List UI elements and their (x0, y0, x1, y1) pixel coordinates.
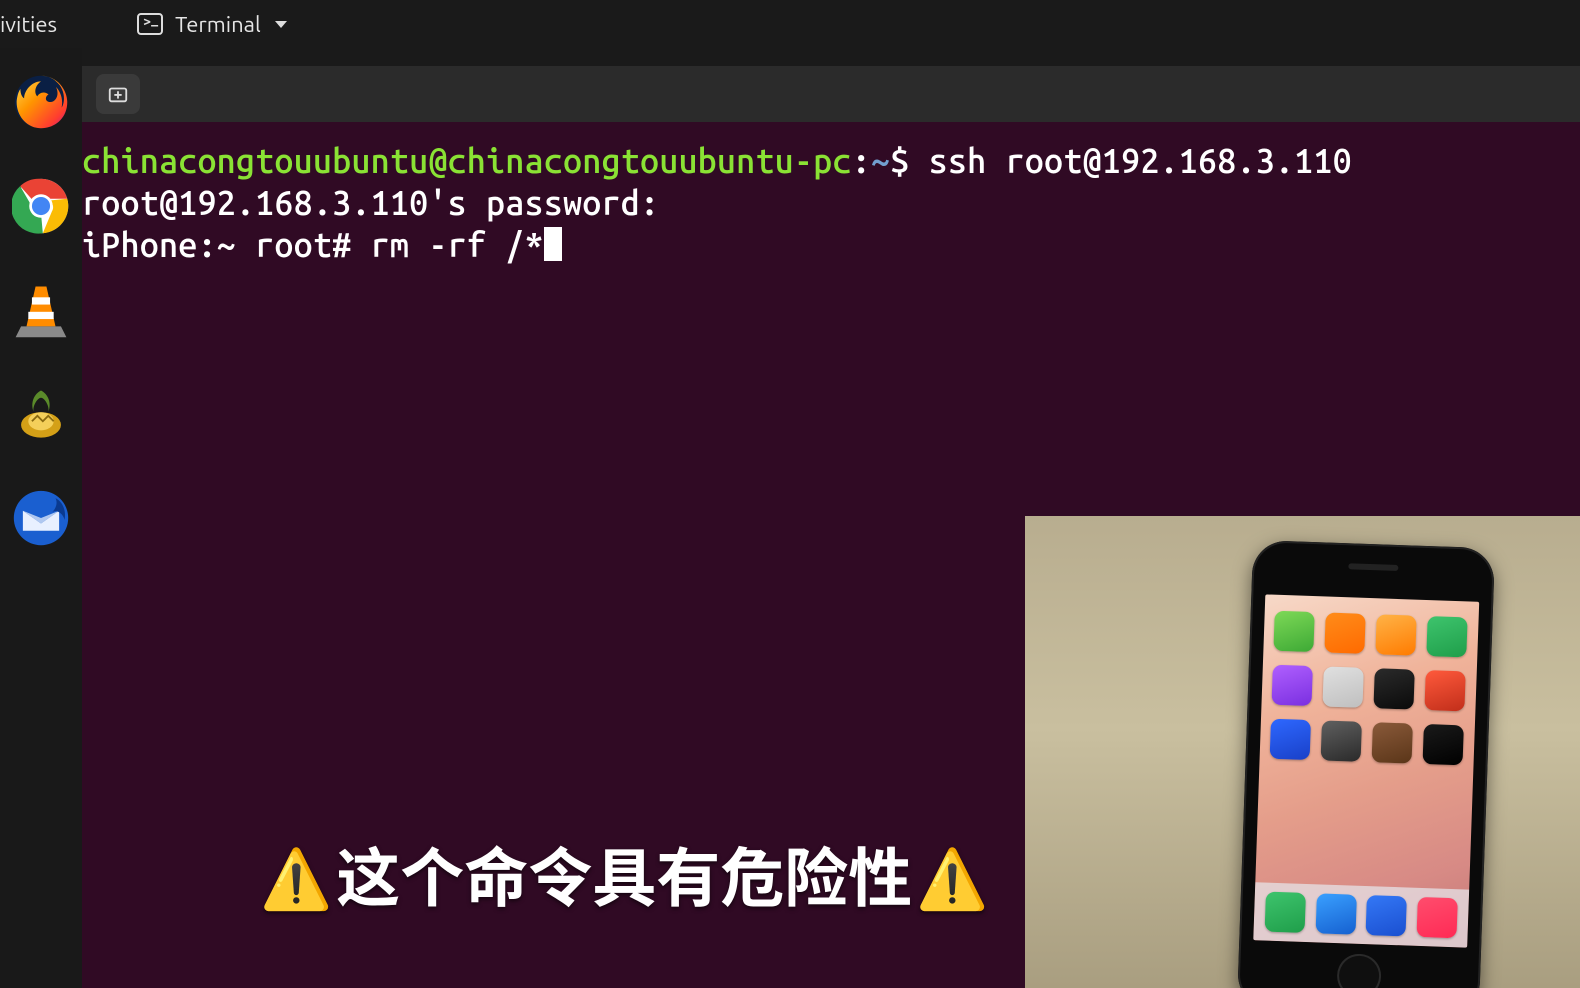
phone-speaker (1348, 563, 1398, 571)
firefox-icon (11, 72, 71, 132)
terminal-body[interactable]: chinacongtouubuntu@chinacongtouubuntu-pc… (82, 122, 1580, 266)
dock-item-vlc[interactable] (9, 278, 73, 342)
vlc-icon (12, 281, 70, 339)
phone-dock (1253, 882, 1469, 947)
warning-text: 这个命令具有危险性 (336, 828, 912, 920)
terminal-prompt-2: iPhone:~ root# (82, 226, 371, 264)
gnome-topbar: ivities Terminal (0, 0, 1580, 48)
phone-app-icon (1426, 616, 1467, 657)
phone-app-icon (1273, 611, 1314, 652)
warning-icon: ⚠️ (260, 832, 332, 916)
phone-app-icon (1423, 724, 1464, 765)
prompt-path: ~ (871, 142, 890, 180)
phone-app-icon (1372, 722, 1413, 763)
dock-item-thunderbird[interactable] (9, 486, 73, 550)
phone-app-icon (1270, 719, 1311, 760)
phone-dock-icon (1417, 897, 1458, 938)
thunderbird-icon (12, 489, 70, 547)
chrome-icon (12, 177, 70, 235)
phone-app-icon (1373, 668, 1414, 709)
dock (0, 48, 82, 988)
terminal-tabbar (82, 66, 1580, 122)
phone-dock-icon (1315, 893, 1356, 934)
phone-app-icon (1424, 670, 1465, 711)
dock-item-firefox[interactable] (9, 70, 73, 134)
warning-caption: ⚠️这个命令具有危险性⚠️ (260, 828, 988, 920)
terminal-output-1: root@192.168.3.110's password: (82, 184, 659, 222)
activities-button[interactable]: ivities (0, 12, 77, 37)
terminal-icon (137, 13, 163, 35)
prompt-sep: : (852, 142, 871, 180)
warning-icon: ⚠️ (916, 832, 988, 916)
iphone-device (1237, 540, 1495, 988)
topbar-app-menu[interactable]: Terminal (137, 12, 287, 37)
phone-dock-icon (1264, 892, 1305, 933)
terminal-cursor (544, 227, 562, 261)
topbar-app-label: Terminal (175, 12, 261, 37)
phone-app-icon (1321, 720, 1362, 761)
prompt-userhost: chinacongtouubuntu@chinacongtouubuntu-pc (82, 142, 852, 180)
phone-app-grid (1270, 611, 1469, 766)
phone-photo-inset (1025, 516, 1580, 988)
phone-app-icon (1272, 665, 1313, 706)
phone-dock-icon (1366, 895, 1407, 936)
terminal-command-2: rm -rf /* (371, 226, 544, 264)
dock-item-handbrake[interactable] (9, 382, 73, 446)
phone-app-icon (1375, 614, 1416, 655)
phone-screen (1253, 594, 1479, 947)
handbrake-icon (12, 385, 70, 443)
new-tab-button[interactable] (96, 74, 140, 114)
prompt-symbol: $ (890, 142, 909, 180)
chevron-down-icon (275, 21, 287, 28)
dock-item-chrome[interactable] (9, 174, 73, 238)
terminal-command-1: ssh root@192.168.3.110 (929, 142, 1352, 180)
phone-app-icon (1322, 666, 1363, 707)
phone-home-button (1336, 953, 1382, 988)
new-tab-icon (107, 83, 129, 105)
phone-app-icon (1324, 612, 1365, 653)
